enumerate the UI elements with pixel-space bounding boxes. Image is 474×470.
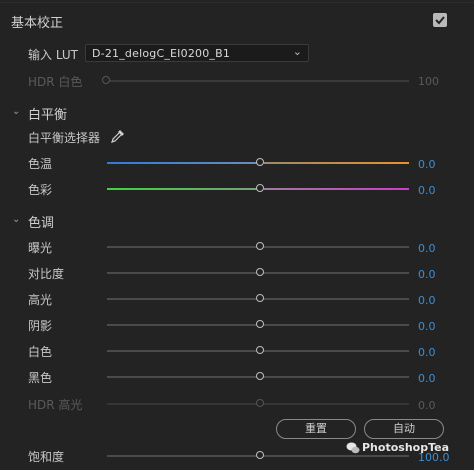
highlights-value[interactable]: 0.0 [418,294,436,307]
hdr-white-track [107,80,409,82]
hdr-white-label: HDR 白色 [28,75,83,89]
whites-label: 白色 [28,345,53,359]
blacks-label: 黑色 [28,371,53,385]
shadows-value[interactable]: 0.0 [418,320,436,333]
temperature-knob[interactable] [256,158,264,166]
white-balance-title[interactable]: 白平衡 [28,104,67,123]
blacks-value[interactable]: 0.0 [418,372,436,385]
eyedropper-icon[interactable] [110,128,126,144]
lut-value: D-21_delogC_EI0200_B1 [92,47,231,60]
contrast-label: 对比度 [28,267,65,281]
watermark-text: PhotoshopTea [362,441,450,454]
temperature-value[interactable]: 0.0 [418,158,436,171]
tint-track-green [107,188,260,190]
whites-knob[interactable] [256,346,264,354]
highlights-knob[interactable] [256,294,264,302]
enable-checkbox[interactable] [433,13,447,27]
tint-knob[interactable] [256,184,264,192]
auto-button[interactable]: 自动 [364,419,444,439]
tint-value[interactable]: 0.0 [418,184,436,197]
hdr-highlight-label: HDR 高光 [28,398,83,412]
wechat-icon [346,441,360,455]
chevron-down-icon: ⌄ [292,45,302,58]
exposure-label: 曝光 [28,241,53,255]
hdr-white-value: 100 [418,75,439,88]
hdr-white-knob [102,76,110,84]
exposure-value[interactable]: 0.0 [418,242,436,255]
contrast-value[interactable]: 0.0 [418,268,436,281]
saturation-label: 饱和度 [28,450,65,464]
shadows-knob[interactable] [256,320,264,328]
tint-track-magenta [264,188,409,190]
temperature-track-warm [264,162,409,164]
blacks-knob[interactable] [256,372,264,380]
lut-dropdown[interactable]: D-21_delogC_EI0200_B1 ⌄ [85,44,309,62]
saturation-knob[interactable] [256,451,264,459]
shadows-label: 阴影 [28,319,53,333]
contrast-knob[interactable] [256,268,264,276]
hdr-highlight-knob [256,399,264,407]
chevron-down-icon[interactable]: ⌄ [12,214,20,225]
tint-label: 色彩 [28,183,53,197]
hdr-highlight-value: 0.0 [418,399,436,412]
tone-title[interactable]: 色调 [28,212,54,231]
temperature-track-cold [107,162,260,164]
top-divider [0,2,474,3]
section-title: 基本校正 [11,16,64,31]
chevron-down-icon[interactable]: ⌄ [12,106,20,117]
highlights-label: 高光 [28,293,53,307]
reset-button[interactable]: 重置 [276,419,356,439]
whites-value[interactable]: 0.0 [418,346,436,359]
lut-label: 输入 LUT [28,48,79,62]
checkbox-checked-icon [435,16,445,25]
temperature-label: 色温 [28,157,53,171]
wb-picker-label: 白平衡选择器 [28,131,101,145]
exposure-knob[interactable] [256,242,264,250]
